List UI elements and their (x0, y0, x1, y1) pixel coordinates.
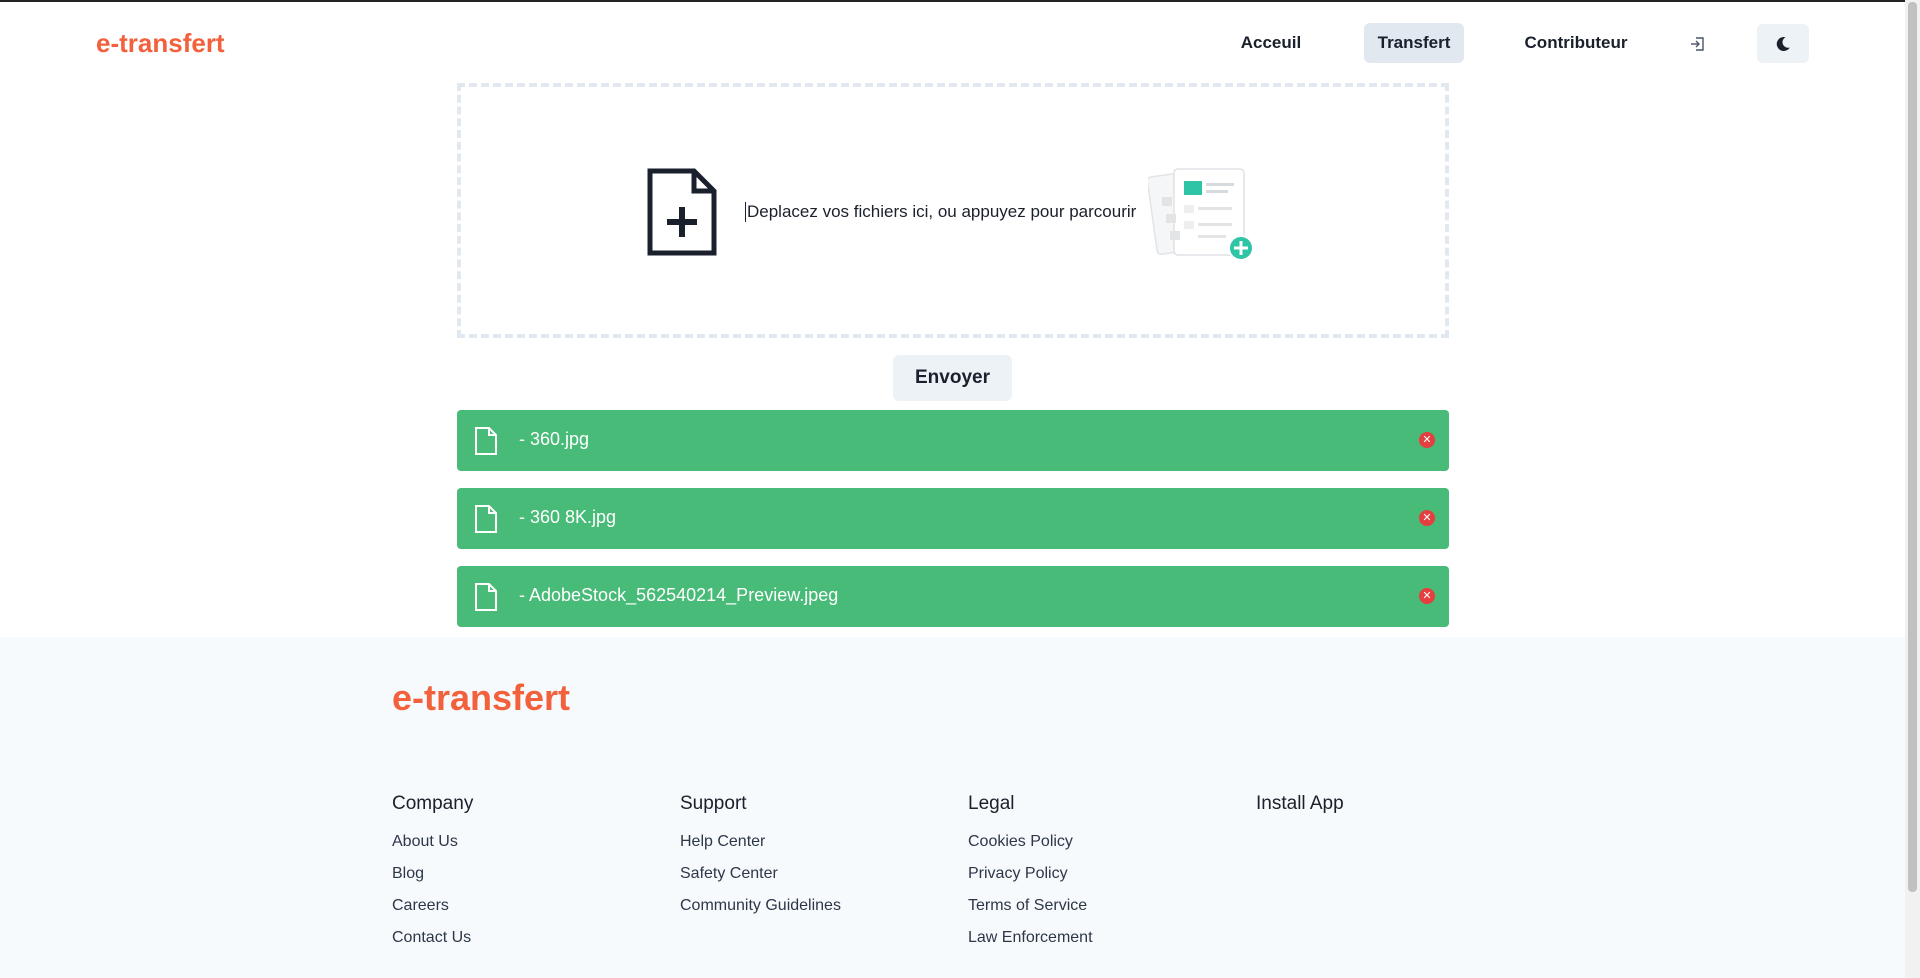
footer-column-title: Company (392, 793, 474, 814)
site-header: e-transfert Acceuil Transfert Contribute… (0, 2, 1905, 82)
footer-link-privacy-policy[interactable]: Privacy Policy (968, 864, 1228, 883)
documents-illustration (1148, 168, 1254, 261)
file-name: - AdobeStock_562540214_Preview.jpeg (519, 585, 839, 605)
send-button[interactable]: Envoyer (893, 355, 1012, 401)
remove-file-button[interactable]: ✕ (1419, 510, 1435, 526)
footer-column-title: Support (680, 793, 747, 814)
footer-link-law-enforcement[interactable]: Law Enforcement (968, 928, 1228, 947)
footer-column-title: Legal (968, 793, 1015, 814)
moon-icon (1776, 36, 1790, 51)
footer-link-safety-center[interactable]: Safety Center (680, 864, 940, 883)
site-footer: e-transfert Company About Us Blog Career… (0, 637, 1905, 978)
footer-link-terms-of-service[interactable]: Terms of Service (968, 896, 1228, 915)
footer-link-careers[interactable]: Careers (392, 896, 652, 915)
footer-link-cookies-policy[interactable]: Cookies Policy (968, 832, 1228, 851)
remove-file-button[interactable]: ✕ (1419, 588, 1435, 604)
login-button[interactable] (1678, 28, 1718, 60)
footer-column-support: Support Help Center Safety Center Commun… (680, 793, 940, 928)
page-scrollbar[interactable] (1905, 0, 1920, 978)
file-icon (475, 583, 497, 611)
footer-column-title: Install App (1256, 793, 1344, 814)
file-icon (475, 505, 497, 533)
file-item: - AdobeStock_562540214_Preview.jpeg ✕ (457, 566, 1449, 627)
footer-link-blog[interactable]: Blog (392, 864, 652, 883)
theme-toggle-button[interactable] (1757, 24, 1809, 63)
brand-logo[interactable]: e-transfert (96, 28, 225, 59)
nav-home[interactable]: Acceuil (1226, 23, 1316, 63)
footer-link-contact-us[interactable]: Contact Us (392, 928, 652, 947)
close-icon: ✕ (1422, 589, 1432, 602)
footer-link-help-center[interactable]: Help Center (680, 832, 940, 851)
nav-contributor[interactable]: Contributeur (1510, 23, 1642, 63)
file-item: - 360.jpg ✕ (457, 410, 1449, 471)
remove-file-button[interactable]: ✕ (1419, 432, 1435, 448)
close-icon: ✕ (1422, 511, 1432, 524)
footer-column-install-app: Install App (1256, 793, 1516, 832)
file-name: - 360 8K.jpg (519, 507, 617, 527)
footer-link-community-guidelines[interactable]: Community Guidelines (680, 896, 940, 915)
file-name: - 360.jpg (519, 429, 590, 449)
close-icon: ✕ (1422, 433, 1432, 446)
footer-column-legal: Legal Cookies Policy Privacy Policy Term… (968, 793, 1228, 960)
footer-link-about-us[interactable]: About Us (392, 832, 652, 851)
file-plus-icon (647, 168, 717, 256)
scrollbar-thumb[interactable] (1908, 2, 1917, 892)
file-item: - 360 8K.jpg ✕ (457, 488, 1449, 549)
dropzone-text: Deplacez vos fichiers ici, ou appuyez po… (745, 202, 1137, 222)
login-icon (1691, 37, 1704, 51)
file-dropzone[interactable]: Deplacez vos fichiers ici, ou appuyez po… (457, 83, 1449, 338)
file-icon (475, 427, 497, 455)
nav-transfer[interactable]: Transfert (1364, 23, 1464, 63)
footer-brand-logo: e-transfert (392, 677, 571, 718)
footer-column-company: Company About Us Blog Careers Contact Us (392, 793, 652, 960)
